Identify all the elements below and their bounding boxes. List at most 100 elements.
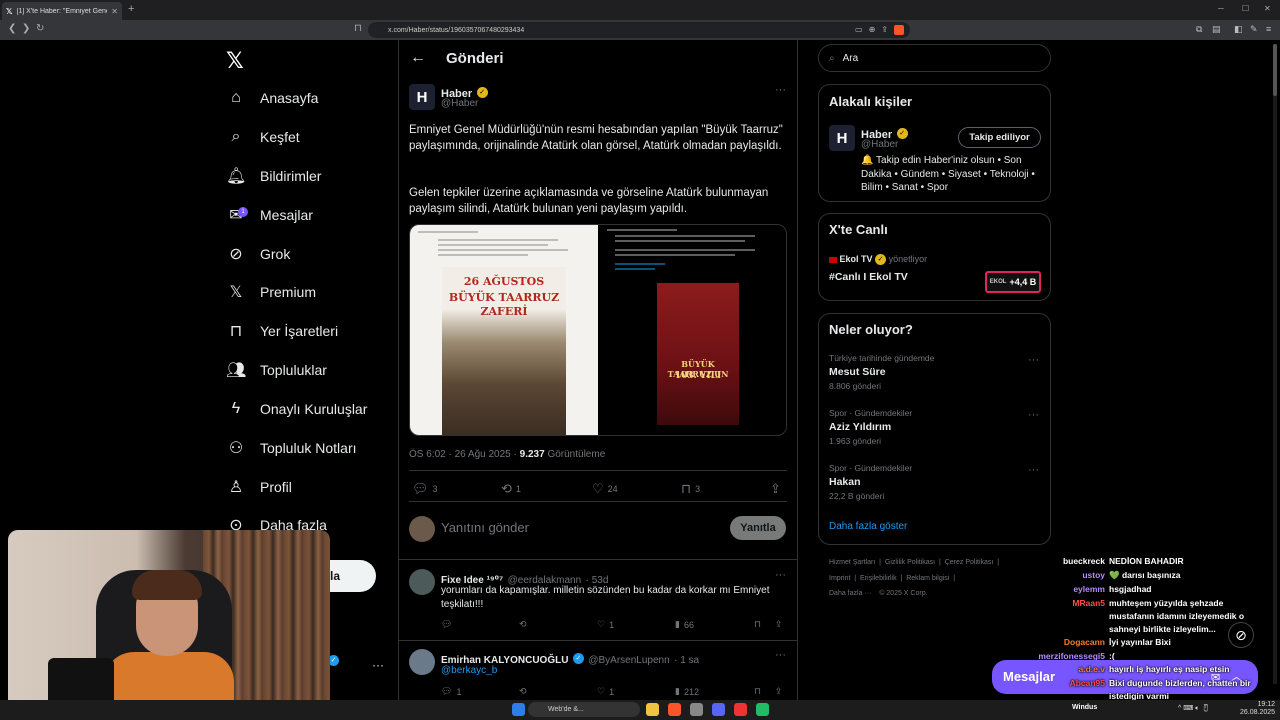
reply-bookmark-action[interactable]: ⊓ [754,619,761,630]
nav-item-explore[interactable]: ⌕ Keşfet [226,122,300,152]
trend-item[interactable]: Spor · Gündemdekiler Hakan 22,2 B gönder… [829,463,912,501]
wallet-icon[interactable]: ▤ [1212,24,1221,35]
live-listeners-badge[interactable]: EKOL +4,4 B [985,271,1041,293]
footer-link[interactable]: Erişilebilirlik [860,575,897,582]
address-bar[interactable]: x.com/Haber/status/1960357067480293434 ▭… [368,22,910,38]
grok-float-icon[interactable]: ⊘ [1228,622,1254,648]
repost-action[interactable]: ⟲ 1 [501,481,521,497]
back-arrow-icon[interactable]: ← [410,49,426,67]
discord-icon[interactable] [712,703,725,716]
reply-avatar[interactable] [409,649,435,675]
trend-more-icon[interactable]: ··· [1028,409,1039,421]
scrollbar-track[interactable] [1273,44,1277,684]
nav-item-home[interactable]: ⌂ Anasayfa [226,83,318,113]
bookmark-page-icon[interactable]: ⊓ [354,23,362,34]
nav-item-messages[interactable]: ✉ 1 Mesajlar [226,200,313,230]
trend-item[interactable]: Türkiye tarihinde gündemde Mesut Süre 8.… [829,353,934,391]
browser-tab[interactable]: 𝕏 [1] X'te Haber: "Emniyet Genel Mü ✕ [2,2,122,20]
post-time[interactable]: ÖS 6:02 · 26 Ağu 2025 · [409,449,520,460]
footer-link[interactable]: Imprint [829,575,850,582]
footer-link[interactable]: Hizmet Şartları [829,559,875,566]
share-icon[interactable]: ⇪ [881,25,888,35]
nav-item-profile[interactable]: ♙ Profil [226,472,292,502]
nav-item-premium[interactable]: 𝕏 Premium [226,277,316,307]
nav-item-bookmarks[interactable]: ⊓ Yer İşaretleri [226,316,338,346]
taskbar-search[interactable]: Web'de &... [528,702,640,717]
search-input[interactable]: ⌕ Ara [818,44,1051,72]
reload-icon[interactable]: ↻ [36,23,44,34]
windows-start-icon[interactable] [512,703,525,716]
file-explorer-icon[interactable] [646,703,659,716]
reply-more-icon[interactable]: ··· [775,649,786,661]
app-icon[interactable] [756,703,769,716]
x-logo-icon[interactable]: 𝕏 [226,48,244,74]
bookmark-action[interactable]: ⊓ 3 [681,481,700,497]
show-more-link[interactable]: Daha fazla göster [829,521,907,532]
zoom-icon[interactable]: ⊕ [869,25,876,35]
reply-views-action[interactable]: ▮ 66 [675,619,694,630]
reply-repost-action[interactable]: ⟲ [519,686,527,697]
media-image-right[interactable]: BÜYÜK TAARRUZ'UN 103. YILI [599,225,786,435]
reply-like-action[interactable]: ♡ 1 [597,619,614,630]
reply-action[interactable]: 💬︎ 3 [412,481,438,497]
reply-avatar[interactable] [409,569,435,595]
account-more-icon[interactable]: ··· [372,658,384,672]
author-avatar[interactable]: H [409,84,435,110]
app-icon[interactable] [690,703,703,716]
cast-icon[interactable]: ▭ [855,25,863,35]
following-button[interactable]: Takip ediliyor [958,127,1041,148]
reply-more-icon[interactable]: ··· [775,569,786,581]
media-image-left[interactable]: 26 AĞUSTOS BÜYÜK TAARRUZ ZAFERİ [410,225,598,435]
related-avatar[interactable]: H [829,125,855,151]
related-handle[interactable]: @Haber [861,139,898,150]
reply-reply-action[interactable]: 💬︎ 1 [441,686,461,697]
footer-link[interactable]: Çerez Politikası [945,559,994,566]
author-handle[interactable]: @Haber [441,98,478,109]
sidebar-icon[interactable]: ◧ [1234,24,1243,35]
minimize-icon[interactable]: ─ [1218,4,1224,13]
reply-share-action[interactable]: ⇪ [775,686,783,697]
post-more-icon[interactable]: ··· [775,84,786,96]
back-icon[interactable]: ❮ [8,23,16,34]
clock[interactable]: 19:12 26.08.2025 [1240,701,1275,717]
nav-item-communities[interactable]: 👥︎ Topluluklar [226,355,327,385]
tray-label[interactable]: Windus [1072,704,1097,711]
reply-input[interactable]: Yanıtını gönder [441,520,529,535]
close-window-icon[interactable]: ✕ [1264,4,1271,13]
menu-icon[interactable]: ≡ [1266,24,1271,34]
brave-browser-icon[interactable] [668,703,681,716]
my-avatar[interactable] [409,516,435,542]
tray-icons[interactable]: ^ ⌨ 🔈︎ 🔋︎ [1178,704,1210,713]
share-action[interactable]: ⇪ [770,481,781,497]
reply-share-action[interactable]: ⇪ [775,619,783,630]
leo-icon[interactable]: ✎ [1250,24,1258,35]
app-icon[interactable] [734,703,747,716]
maximize-icon[interactable]: ☐ [1242,4,1249,13]
brave-shield-icon[interactable] [894,25,904,35]
live-host-row[interactable]: Ekol TV ✓ yönetliyor [829,254,927,266]
footer-more-link[interactable]: Daha fazla ··· [829,590,871,597]
trend-more-icon[interactable]: ··· [1028,464,1039,476]
new-tab-icon[interactable]: + [128,3,134,15]
close-tab-icon[interactable]: ✕ [111,7,118,16]
like-action[interactable]: ♡ 24 [592,481,618,497]
live-stream-title[interactable]: #Canlı I Ekol TV [829,271,908,283]
nav-item-notifications[interactable]: 🔔︎ Bildirimler [226,161,321,191]
reply-views-action[interactable]: ▮ 212 [675,686,699,697]
forward-icon[interactable]: ❯ [22,23,30,34]
nav-item-community-notes[interactable]: ⚇ Topluluk Notları [226,433,357,463]
reply-like-action[interactable]: ♡ 1 [597,686,614,697]
scrollbar-thumb[interactable] [1273,44,1277,96]
reply-reply-action[interactable]: 💬︎ [441,619,452,630]
trend-item[interactable]: Spor · Gündemdekiler Aziz Yıldırım 1.963… [829,408,912,446]
footer-link[interactable]: Gizlilik Politikası [885,559,935,566]
reply-mention-link[interactable]: @berkayc_b [441,664,781,678]
reply-bookmark-action[interactable]: ⊓ [754,686,761,697]
reply-repost-action[interactable]: ⟲ [519,619,527,630]
extensions-icon[interactable]: ⧉ [1196,24,1202,35]
post-media[interactable]: 26 AĞUSTOS BÜYÜK TAARRUZ ZAFERİ BÜYÜK TA… [409,224,787,436]
trend-more-icon[interactable]: ··· [1028,354,1039,366]
nav-item-verified-orgs[interactable]: ϟ Onaylı Kuruluşlar [226,394,368,424]
reply-button[interactable]: Yanıtla [730,516,786,540]
footer-link[interactable]: Reklam bilgisi [906,575,949,582]
